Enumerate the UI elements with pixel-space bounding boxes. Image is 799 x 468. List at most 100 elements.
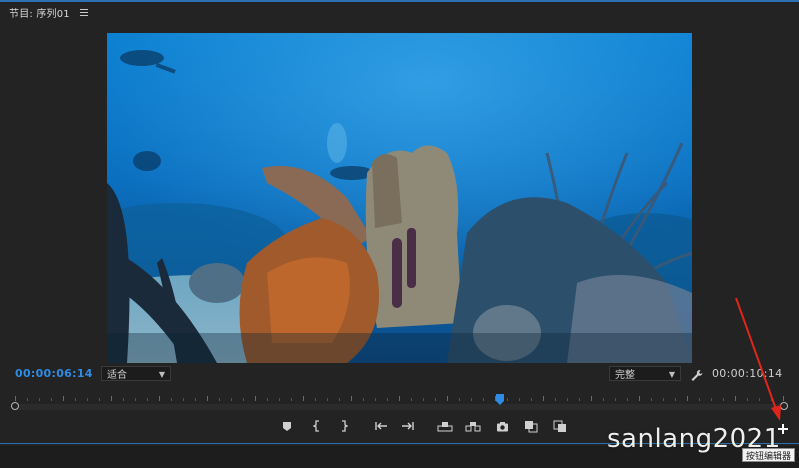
ruler-tick bbox=[519, 398, 520, 401]
marker-icon bbox=[283, 422, 291, 431]
video-frame[interactable] bbox=[107, 33, 692, 363]
ruler-tick bbox=[639, 396, 640, 401]
ruler-tick bbox=[531, 398, 532, 401]
ruler-tick bbox=[627, 398, 628, 401]
ruler-tick bbox=[651, 398, 652, 401]
chevron-down-icon: ▼ bbox=[668, 370, 675, 379]
time-ruler[interactable] bbox=[15, 393, 785, 401]
extract-icon bbox=[465, 421, 481, 431]
ruler-tick bbox=[51, 398, 52, 401]
ruler-tick bbox=[543, 396, 544, 401]
ruler-tick bbox=[315, 398, 316, 401]
ruler-tick bbox=[231, 398, 232, 401]
ruler-tick bbox=[255, 396, 256, 401]
ruler-tick bbox=[759, 398, 760, 401]
program-monitor-panel: 节目: 序列01 00:00:06:14 适合 ▼ 完整 ▼ 00:00:10:… bbox=[0, 0, 799, 446]
ruler-tick bbox=[363, 398, 364, 401]
ruler-tick bbox=[219, 398, 220, 401]
chevron-down-icon: ▼ bbox=[158, 370, 165, 379]
ruler-tick bbox=[459, 398, 460, 401]
go-to-out-button[interactable] bbox=[400, 418, 416, 434]
go-to-in-button[interactable] bbox=[373, 418, 389, 434]
proxy-icon bbox=[553, 420, 566, 432]
panel-bottom-border bbox=[0, 443, 799, 444]
button-editor-tooltip: 按钮编辑器 bbox=[742, 448, 796, 462]
mark-in-icon bbox=[313, 420, 319, 432]
ruler-tick bbox=[399, 396, 400, 401]
mark-in-button[interactable] bbox=[309, 418, 325, 434]
ruler-tick bbox=[375, 398, 376, 401]
mark-out-icon bbox=[342, 420, 348, 432]
ruler-tick bbox=[243, 398, 244, 401]
ruler-tick bbox=[447, 396, 448, 401]
ruler-tick bbox=[75, 398, 76, 401]
current-timecode[interactable]: 00:00:06:14 bbox=[15, 367, 93, 380]
navigator-start-handle[interactable] bbox=[11, 402, 19, 410]
panel-title[interactable]: 节目: 序列01 bbox=[9, 5, 70, 20]
ruler-tick bbox=[171, 398, 172, 401]
ruler-tick bbox=[735, 396, 736, 401]
playhead[interactable] bbox=[495, 390, 505, 405]
ruler-tick bbox=[99, 398, 100, 401]
export-frame-button[interactable] bbox=[494, 418, 510, 434]
ruler-tick bbox=[147, 398, 148, 401]
lift-button[interactable] bbox=[437, 418, 453, 434]
playback-resolution-value: 完整 bbox=[615, 370, 635, 381]
ruler-tick bbox=[195, 398, 196, 401]
zoom-fit-select[interactable]: 适合 ▼ bbox=[101, 366, 171, 381]
ruler-tick bbox=[63, 396, 64, 401]
comparison-view-button[interactable] bbox=[523, 418, 539, 434]
ruler-tick bbox=[771, 398, 772, 401]
ruler-tick bbox=[507, 398, 508, 401]
panel-active-border bbox=[0, 0, 799, 2]
lift-icon bbox=[437, 421, 453, 431]
ruler-tick bbox=[387, 398, 388, 401]
playback-resolution-select[interactable]: 完整 ▼ bbox=[609, 366, 681, 381]
camera-icon bbox=[496, 421, 508, 431]
ruler-tick bbox=[327, 398, 328, 401]
go-to-out-icon bbox=[402, 422, 414, 430]
ruler-tick bbox=[471, 398, 472, 401]
zoom-fit-value: 适合 bbox=[107, 370, 127, 381]
go-to-in-icon bbox=[375, 422, 387, 430]
proxy-toggle-button[interactable] bbox=[552, 418, 568, 434]
ruler-tick bbox=[783, 396, 784, 401]
ruler-tick bbox=[555, 398, 556, 401]
comparison-icon bbox=[525, 420, 538, 432]
ruler-tick bbox=[567, 398, 568, 401]
ruler-tick bbox=[675, 398, 676, 401]
plus-icon bbox=[778, 424, 788, 434]
ruler-tick bbox=[411, 398, 412, 401]
ruler-tick bbox=[711, 398, 712, 401]
ruler-tick bbox=[135, 398, 136, 401]
ruler-tick bbox=[687, 396, 688, 401]
hamburger-menu-icon[interactable] bbox=[79, 8, 88, 16]
add-marker-button[interactable] bbox=[279, 418, 295, 434]
ruler-tick bbox=[279, 398, 280, 401]
ruler-tick bbox=[87, 398, 88, 401]
extract-button[interactable] bbox=[465, 418, 481, 434]
ruler-tick bbox=[603, 398, 604, 401]
panel-header: 节目: 序列01 bbox=[0, 3, 88, 21]
ruler-tick bbox=[183, 398, 184, 401]
button-editor-add-button[interactable] bbox=[777, 420, 789, 434]
ruler-tick bbox=[579, 398, 580, 401]
ruler-tick bbox=[435, 398, 436, 401]
ruler-tick bbox=[723, 398, 724, 401]
navigator-end-handle[interactable] bbox=[780, 402, 788, 410]
ruler-tick bbox=[351, 396, 352, 401]
ruler-tick bbox=[267, 398, 268, 401]
navigator-track[interactable] bbox=[15, 404, 785, 410]
underwater-reef-image bbox=[107, 33, 692, 363]
ruler-tick bbox=[159, 396, 160, 401]
settings-wrench-icon[interactable] bbox=[690, 367, 704, 381]
ruler-tick bbox=[291, 398, 292, 401]
ruler-tick bbox=[111, 396, 112, 401]
ruler-tick bbox=[747, 398, 748, 401]
ruler-tick bbox=[615, 398, 616, 401]
transport-controls bbox=[0, 418, 799, 434]
ruler-tick bbox=[591, 396, 592, 401]
mark-out-button[interactable] bbox=[336, 418, 352, 434]
ruler-tick bbox=[27, 398, 28, 401]
ruler-tick bbox=[303, 396, 304, 401]
